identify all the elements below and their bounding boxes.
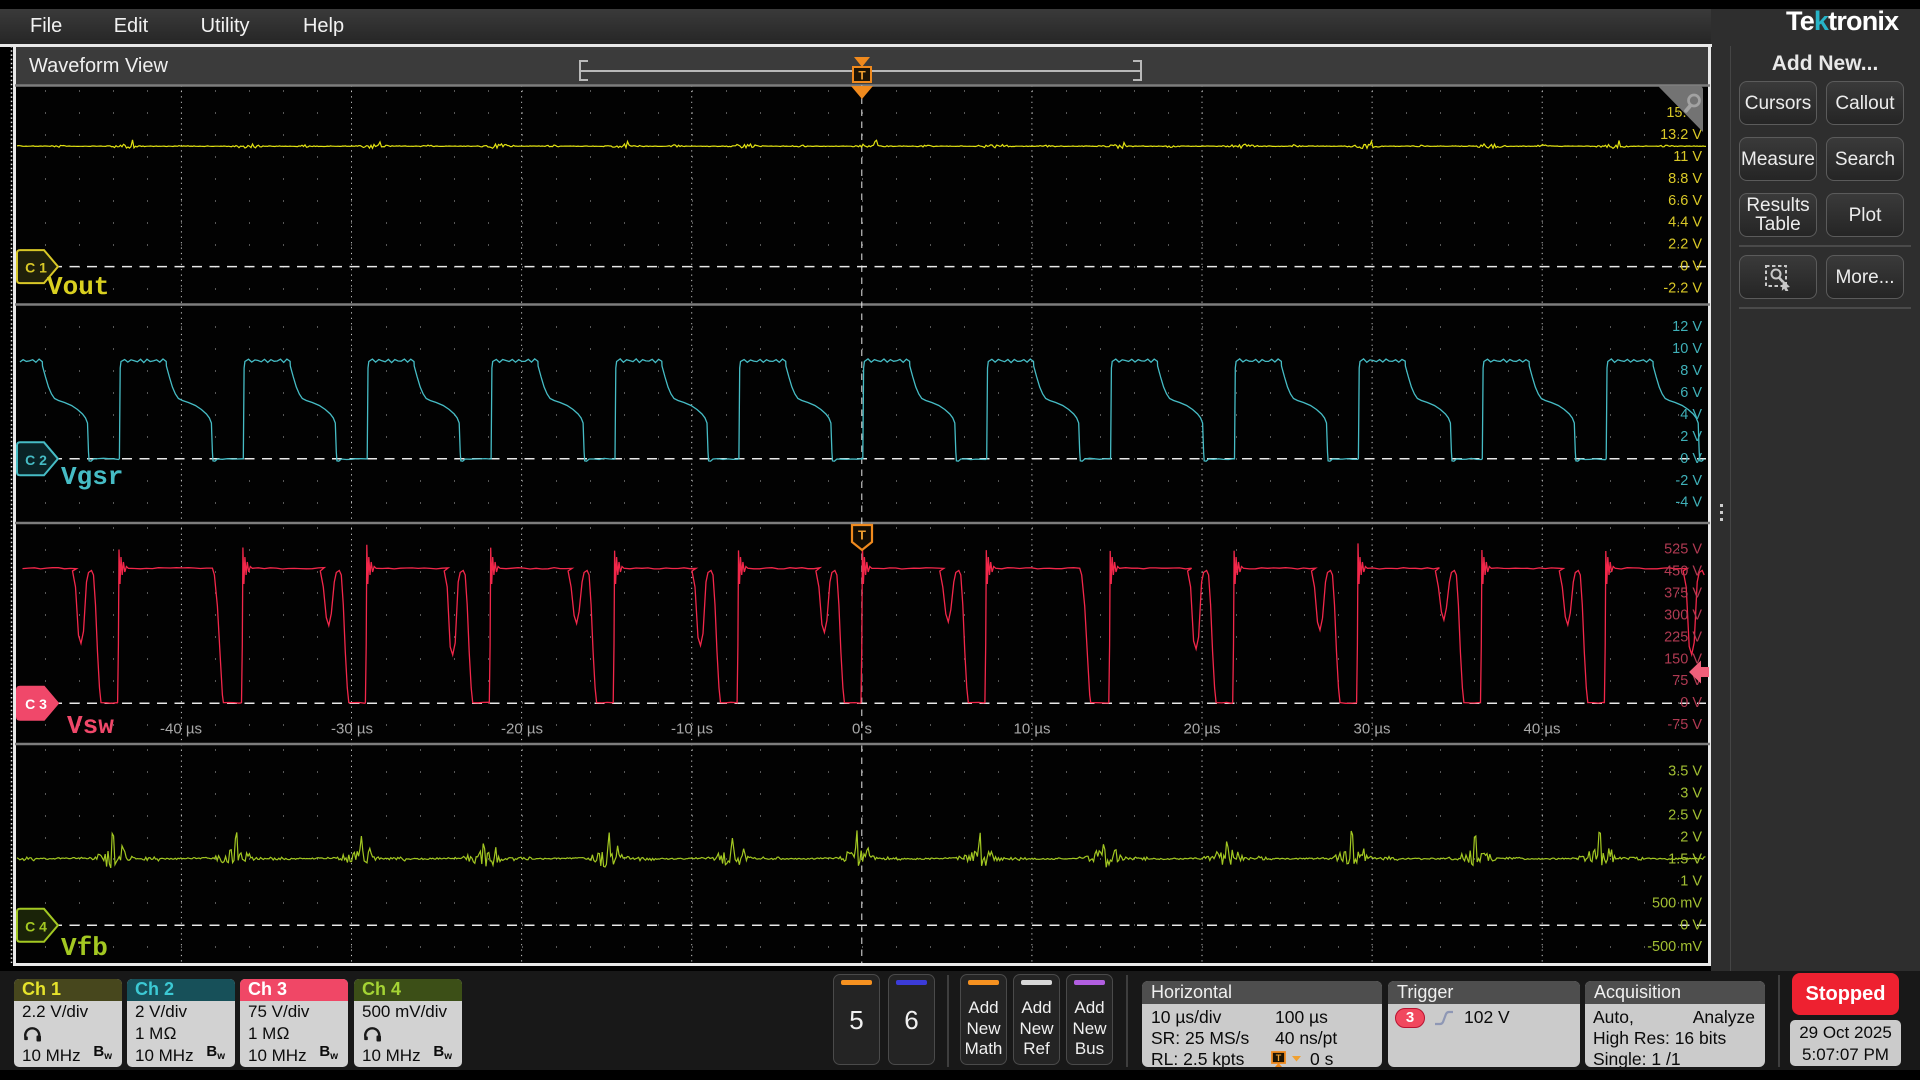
svg-text:525 V: 525 V <box>1664 542 1702 558</box>
svg-text:T: T <box>858 528 866 543</box>
svg-text:C 4: C 4 <box>25 918 47 934</box>
svg-text:8 V: 8 V <box>1680 363 1702 379</box>
svg-text:6.6 V: 6.6 V <box>1668 193 1702 209</box>
svg-text:10 µs: 10 µs <box>1014 721 1051 738</box>
svg-text:T: T <box>1276 1053 1282 1063</box>
svg-text:-2.2 V: -2.2 V <box>1663 281 1702 297</box>
svg-text:1.5 V: 1.5 V <box>1668 851 1702 867</box>
svg-text:-4 V: -4 V <box>1675 495 1702 511</box>
svg-text:2 V: 2 V <box>1680 830 1702 846</box>
svg-text:40 µs: 40 µs <box>1524 721 1561 738</box>
svg-text:11 V: 11 V <box>1673 149 1702 165</box>
svg-text:4.4 V: 4.4 V <box>1668 215 1702 231</box>
svg-text:300 V: 300 V <box>1664 607 1702 623</box>
svg-text:10 V: 10 V <box>1672 341 1702 357</box>
svg-text:C 1: C 1 <box>25 260 47 276</box>
svg-text:-75 V: -75 V <box>1667 717 1702 733</box>
svg-text:450 V: 450 V <box>1664 564 1702 580</box>
svg-text:2 V: 2 V <box>1680 429 1702 445</box>
svg-text:6 V: 6 V <box>1680 385 1702 401</box>
svg-text:0 V: 0 V <box>1680 259 1702 275</box>
svg-text:0 V: 0 V <box>1680 695 1702 711</box>
svg-text:C 3: C 3 <box>25 696 47 712</box>
svg-text:0 s: 0 s <box>852 721 872 738</box>
svg-text:0 V: 0 V <box>1680 917 1702 933</box>
svg-text:1 V: 1 V <box>1680 873 1702 889</box>
svg-text:0 V: 0 V <box>1680 451 1702 467</box>
svg-text:3.5 V: 3.5 V <box>1668 764 1702 780</box>
svg-text:Vout: Vout <box>47 272 109 302</box>
svg-text:2.2 V: 2.2 V <box>1668 237 1702 253</box>
svg-text:-10 µs: -10 µs <box>671 721 713 738</box>
svg-text:500 mV: 500 mV <box>1652 895 1702 911</box>
svg-text:30 µs: 30 µs <box>1354 721 1391 738</box>
svg-text:20 µs: 20 µs <box>1184 721 1221 738</box>
svg-text:13.2 V: 13.2 V <box>1660 127 1702 143</box>
svg-text:-30 µs: -30 µs <box>331 721 373 738</box>
svg-text:225 V: 225 V <box>1664 629 1702 645</box>
svg-text:C 2: C 2 <box>25 452 47 468</box>
svg-text:375 V: 375 V <box>1664 586 1702 602</box>
svg-text:-40 µs: -40 µs <box>160 721 202 738</box>
svg-text:4 V: 4 V <box>1680 407 1702 423</box>
svg-text:-20 µs: -20 µs <box>501 721 543 738</box>
svg-text:12 V: 12 V <box>1672 319 1702 335</box>
svg-text:Vfb: Vfb <box>61 933 108 963</box>
svg-text:-2 V: -2 V <box>1675 473 1702 489</box>
svg-text:-500 mV: -500 mV <box>1647 939 1702 955</box>
svg-text:8.8 V: 8.8 V <box>1668 171 1702 187</box>
svg-text:Vgsr: Vgsr <box>61 462 123 492</box>
svg-text:3 V: 3 V <box>1680 786 1702 802</box>
svg-text:2.5 V: 2.5 V <box>1668 808 1702 824</box>
svg-text:Vsw: Vsw <box>67 711 114 741</box>
